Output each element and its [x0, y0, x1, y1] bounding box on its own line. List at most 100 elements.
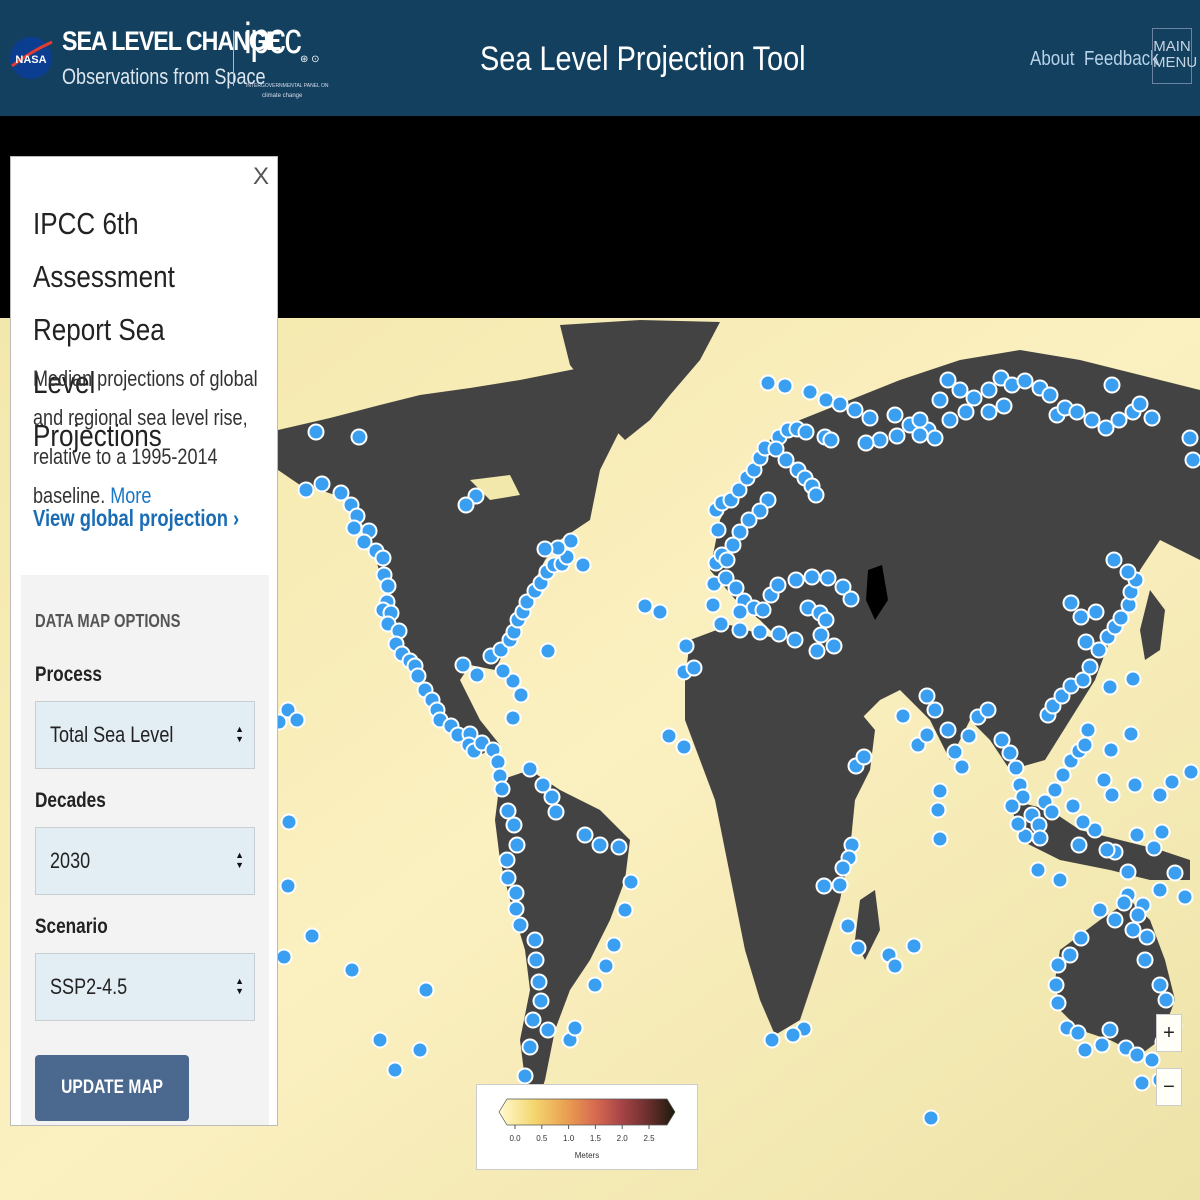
- station-marker[interactable]: [1151, 881, 1169, 899]
- nav-feedback[interactable]: Feedback: [1084, 48, 1159, 71]
- station-marker[interactable]: [776, 377, 794, 395]
- station-marker[interactable]: [817, 391, 835, 409]
- station-marker[interactable]: [807, 486, 825, 504]
- station-marker[interactable]: [1136, 951, 1154, 969]
- station-marker[interactable]: [1124, 921, 1142, 939]
- station-marker[interactable]: [345, 519, 363, 537]
- station-marker[interactable]: [803, 568, 821, 586]
- station-marker[interactable]: [704, 596, 722, 614]
- station-marker[interactable]: [636, 597, 654, 615]
- station-marker[interactable]: [1051, 871, 1069, 889]
- station-marker[interactable]: [297, 481, 315, 499]
- station-marker[interactable]: [911, 411, 929, 429]
- station-marker[interactable]: [1103, 786, 1121, 804]
- station-marker[interactable]: [1049, 994, 1067, 1012]
- decades-select[interactable]: 2030 ▲ ▼: [35, 827, 255, 895]
- station-marker[interactable]: [849, 939, 867, 957]
- station-marker[interactable]: [591, 836, 609, 854]
- station-marker[interactable]: [685, 659, 703, 677]
- station-marker[interactable]: [1133, 1074, 1151, 1092]
- station-marker[interactable]: [1087, 603, 1105, 621]
- station-marker[interactable]: [1083, 411, 1101, 429]
- station-marker[interactable]: [1122, 725, 1140, 743]
- station-marker[interactable]: [1143, 1051, 1161, 1069]
- station-marker[interactable]: [313, 475, 331, 493]
- station-marker[interactable]: [905, 937, 923, 955]
- station-marker[interactable]: [819, 569, 837, 587]
- station-marker[interactable]: [379, 577, 397, 595]
- station-marker[interactable]: [371, 1031, 389, 1049]
- station-marker[interactable]: [1163, 773, 1181, 791]
- station-marker[interactable]: [1047, 976, 1065, 994]
- station-marker[interactable]: [980, 381, 998, 399]
- station-marker[interactable]: [718, 551, 736, 569]
- station-marker[interactable]: [280, 813, 298, 831]
- station-marker[interactable]: [926, 701, 944, 719]
- station-marker[interactable]: [507, 900, 525, 918]
- station-marker[interactable]: [534, 776, 552, 794]
- station-marker[interactable]: [786, 631, 804, 649]
- station-marker[interactable]: [825, 637, 843, 655]
- station-marker[interactable]: [1103, 376, 1121, 394]
- station-marker[interactable]: [1049, 956, 1067, 974]
- station-marker[interactable]: [498, 851, 516, 869]
- station-marker[interactable]: [1131, 395, 1149, 413]
- ipcc-logo[interactable]: ipcc: [244, 14, 302, 64]
- station-marker[interactable]: [1093, 1036, 1111, 1054]
- station-marker[interactable]: [521, 760, 539, 778]
- station-marker[interactable]: [409, 667, 427, 685]
- station-marker[interactable]: [1041, 386, 1059, 404]
- station-marker[interactable]: [1128, 1046, 1146, 1064]
- station-marker[interactable]: [831, 395, 849, 413]
- station-marker[interactable]: [454, 656, 472, 674]
- station-marker[interactable]: [754, 601, 772, 619]
- station-marker[interactable]: [511, 916, 529, 934]
- station-marker[interactable]: [1126, 776, 1144, 794]
- station-marker[interactable]: [505, 816, 523, 834]
- station-marker[interactable]: [489, 753, 507, 771]
- station-marker[interactable]: [784, 1026, 802, 1044]
- station-marker[interactable]: [911, 426, 929, 444]
- station-marker[interactable]: [576, 826, 594, 844]
- station-marker[interactable]: [815, 877, 833, 895]
- station-marker[interactable]: [808, 642, 826, 660]
- station-marker[interactable]: [1143, 409, 1161, 427]
- station-marker[interactable]: [1046, 781, 1064, 799]
- station-marker[interactable]: [616, 901, 634, 919]
- station-marker[interactable]: [610, 838, 628, 856]
- close-panel-button[interactable]: X: [253, 163, 269, 191]
- station-marker[interactable]: [1043, 803, 1061, 821]
- station-marker[interactable]: [307, 423, 325, 441]
- station-marker[interactable]: [1101, 1021, 1119, 1039]
- station-marker[interactable]: [886, 406, 904, 424]
- station-marker[interactable]: [871, 431, 889, 449]
- station-marker[interactable]: [1101, 678, 1119, 696]
- station-marker[interactable]: [926, 429, 944, 447]
- process-select[interactable]: Total Sea Level ▲ ▼: [35, 701, 255, 769]
- station-marker[interactable]: [939, 721, 957, 739]
- station-marker[interactable]: [918, 687, 936, 705]
- nasa-logo[interactable]: NASA: [8, 22, 54, 94]
- station-marker[interactable]: [1181, 429, 1199, 447]
- station-marker[interactable]: [532, 992, 550, 1010]
- station-marker[interactable]: [918, 726, 936, 744]
- station-marker[interactable]: [857, 434, 875, 452]
- station-marker[interactable]: [1115, 894, 1133, 912]
- view-global-projection-link[interactable]: View global projection ›: [33, 505, 239, 532]
- zoom-out-button[interactable]: −: [1156, 1068, 1182, 1106]
- station-marker[interactable]: [931, 830, 949, 848]
- station-marker[interactable]: [512, 686, 530, 704]
- station-marker[interactable]: [1076, 1041, 1094, 1059]
- station-marker[interactable]: [812, 626, 830, 644]
- station-marker[interactable]: [1124, 670, 1142, 688]
- station-marker[interactable]: [622, 873, 640, 891]
- station-marker[interactable]: [493, 780, 511, 798]
- station-marker[interactable]: [1091, 901, 1109, 919]
- station-marker[interactable]: [965, 389, 983, 407]
- station-marker[interactable]: [1007, 759, 1025, 777]
- station-marker[interactable]: [797, 423, 815, 441]
- station-marker[interactable]: [1074, 813, 1092, 831]
- station-marker[interactable]: [1184, 451, 1200, 469]
- station-marker[interactable]: [1138, 928, 1156, 946]
- station-marker[interactable]: [980, 403, 998, 421]
